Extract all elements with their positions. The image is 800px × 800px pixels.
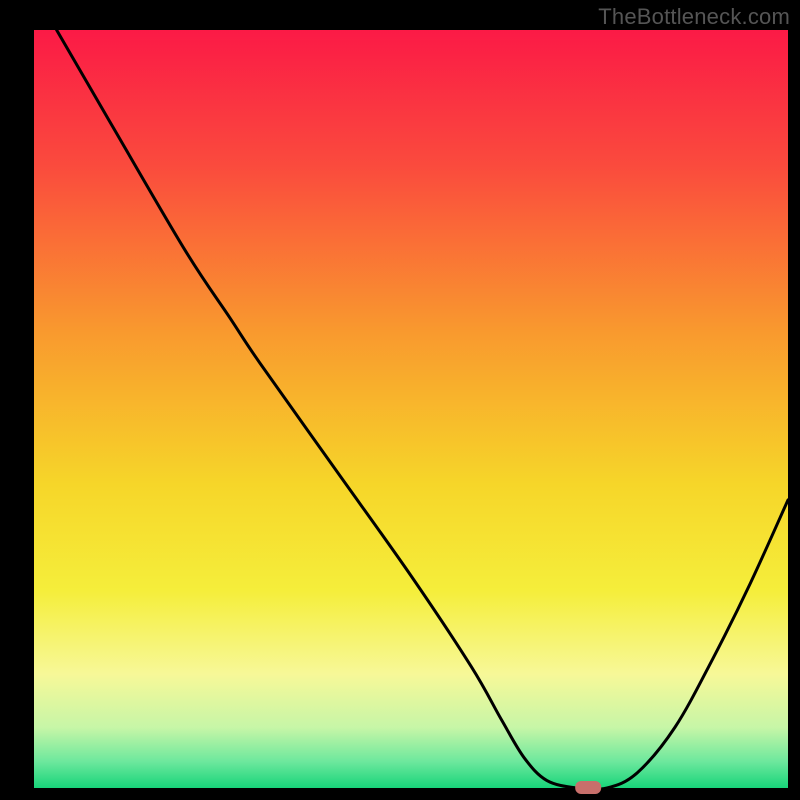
optimal-point-marker <box>575 781 601 794</box>
gradient-background <box>34 30 788 788</box>
bottleneck-chart <box>0 0 800 800</box>
chart-frame: TheBottleneck.com <box>0 0 800 800</box>
watermark-label: TheBottleneck.com <box>598 4 790 30</box>
